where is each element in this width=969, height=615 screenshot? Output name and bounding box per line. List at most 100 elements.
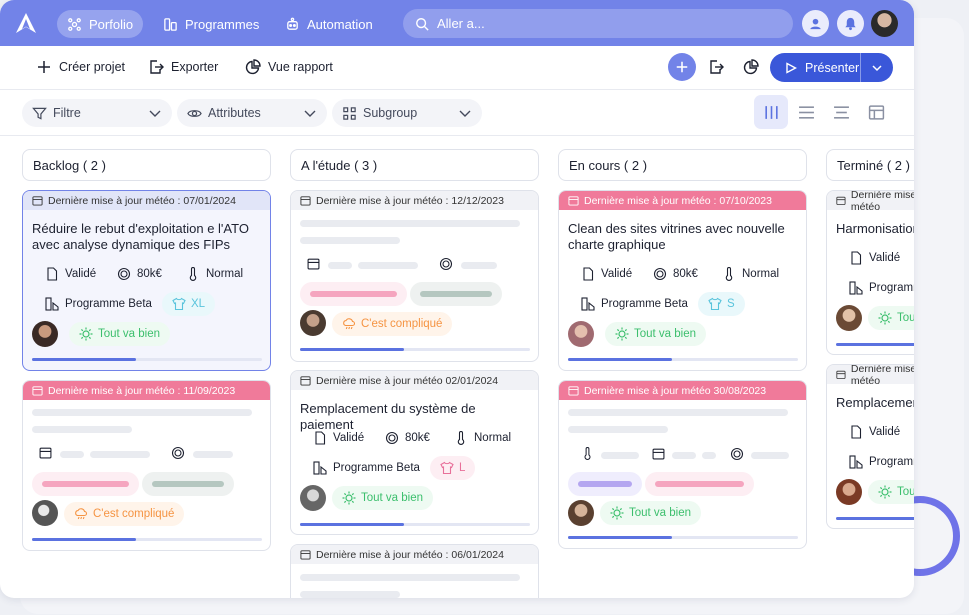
nav-porfolio[interactable]: Porfolio [57,10,144,38]
budget-text: 80k€ [137,268,162,280]
meteo-update: Dernière mise à jour météo [827,191,914,213]
weather-badge: C'est compliqué [64,502,185,526]
column-header-termine[interactable]: Terminé ( 2 ) [826,149,914,181]
status-field: Validé [45,267,96,281]
sun-icon [342,491,356,505]
progress-bar [836,517,914,520]
robot-icon [287,17,298,30]
export-button[interactable]: Exporter [148,59,218,75]
project-card[interactable]: Dernière mise à jour météo : 07/10/2023 … [558,190,807,371]
eye-icon [187,109,202,117]
member-avatar[interactable] [836,479,862,505]
programme-text: Programme Beta [333,462,420,474]
card-title: Réduire le rebut d'exploitation e l'ATO … [32,221,249,252]
list-icon [798,105,814,119]
programme-icon [581,297,595,311]
bell-icon [845,17,856,31]
calendar-icon [836,196,846,206]
compact-view-button[interactable] [824,95,858,129]
export-icon-button[interactable] [702,53,730,81]
weather-badge: Tout va bien [868,306,914,330]
weather-badge: Tout va bien [332,486,434,510]
chevron-down-icon [304,110,316,117]
layout-view-button[interactable] [859,95,893,129]
subgroup-select[interactable]: Subgroup [332,99,482,127]
skeleton-line [672,452,696,459]
skeleton-badge [142,472,234,496]
project-card[interactable]: Dernière mise à jour météo 30/08/2023 To… [558,380,807,549]
skeleton-badge [32,472,139,496]
member-avatar[interactable] [568,321,594,347]
progress-fill [32,358,136,361]
card-title: Remplacement [836,395,914,410]
present-dropdown[interactable] [860,53,893,82]
column-header-backlog[interactable]: Backlog ( 2 ) [22,149,271,181]
project-card[interactable]: Dernière mise à jour météo : 12/12/2023 … [290,190,539,362]
project-card[interactable]: Dernière mise à jour météo : 11/09/2023 … [22,380,271,551]
progress-fill [568,536,672,539]
user-avatar[interactable] [871,10,898,37]
tshirt-icon [172,297,186,311]
project-card[interactable]: Dernière mise à jour météo Harmonisation… [826,190,914,355]
list-view-button[interactable] [789,95,823,129]
chevron-down-icon [872,64,882,71]
column-title: En cours ( 2 ) [569,157,648,173]
member-avatar[interactable] [836,305,862,331]
present-button[interactable]: Présenter [770,61,860,75]
nav-programmes[interactable]: Programmes [153,10,269,38]
status-field: Validé [849,251,900,265]
plus-icon [38,61,50,73]
app-logo-icon[interactable] [14,11,38,35]
sun-icon [878,311,892,325]
funnel-icon [32,107,47,120]
programme-text: Programme [869,456,914,468]
project-card[interactable]: Dernière mise à jour météo : 06/01/2024 [290,544,539,598]
attributes-select[interactable]: Attributes [177,99,327,127]
weather-text: C'est compliqué [93,508,175,520]
project-card[interactable]: Dernière mise à jour météo : 07/01/2024 … [22,190,271,371]
nav-automation[interactable]: Automation [275,10,383,38]
kanban-view-button[interactable] [754,95,788,129]
calendar-icon [300,376,311,386]
column-header-etude[interactable]: A l'étude ( 3 ) [290,149,539,181]
play-icon [786,61,797,74]
project-card[interactable]: Dernière mise à jour météo Remplacement … [826,364,914,529]
meteo-update: Dernière mise à jour météo : 12/12/2023 [291,191,538,210]
progress-fill [568,358,672,361]
status-text: Validé [601,268,633,280]
column-header-en-cours[interactable]: En cours ( 2 ) [558,149,807,181]
create-project-button[interactable]: Créer projet [36,59,125,75]
programme-field: Programme [849,281,914,295]
filter-select[interactable]: Filtre [22,99,172,127]
columns-icon [764,105,778,119]
add-button[interactable] [668,53,696,81]
skeleton-badge [568,472,642,496]
chevron-down-icon [149,110,161,117]
size-text: XL [191,298,206,310]
calendar-icon [836,370,846,380]
calendar-icon [32,386,43,396]
project-card[interactable]: Dernière mise à jour météo 02/01/2024 Re… [290,370,539,535]
weather-badge: Tout va bien [69,322,171,346]
calendar-icon [652,448,665,460]
coins-icon [439,257,453,271]
member-avatar[interactable] [300,485,326,511]
profile-button[interactable] [802,10,829,37]
document-icon [851,425,862,439]
search-icon [416,17,429,31]
notifications-button[interactable] [837,10,864,37]
coins-icon [117,267,131,281]
report-icon-button[interactable] [737,53,765,81]
member-avatar[interactable] [300,310,326,336]
meteo-text: Dernière mise à jour météo : 11/09/2023 [48,384,236,397]
calendar-icon [32,196,43,206]
size-badge: XL [162,292,216,316]
skeleton-line [568,426,668,433]
search-input[interactable]: Aller a... [403,9,793,38]
member-avatar[interactable] [568,500,594,526]
subgroup-label: Subgroup [363,106,418,120]
report-view-button[interactable]: Vue rapport [245,59,333,75]
member-avatar[interactable] [32,321,58,347]
member-avatar[interactable] [32,500,58,526]
budget-field: 80k€ [653,267,698,281]
